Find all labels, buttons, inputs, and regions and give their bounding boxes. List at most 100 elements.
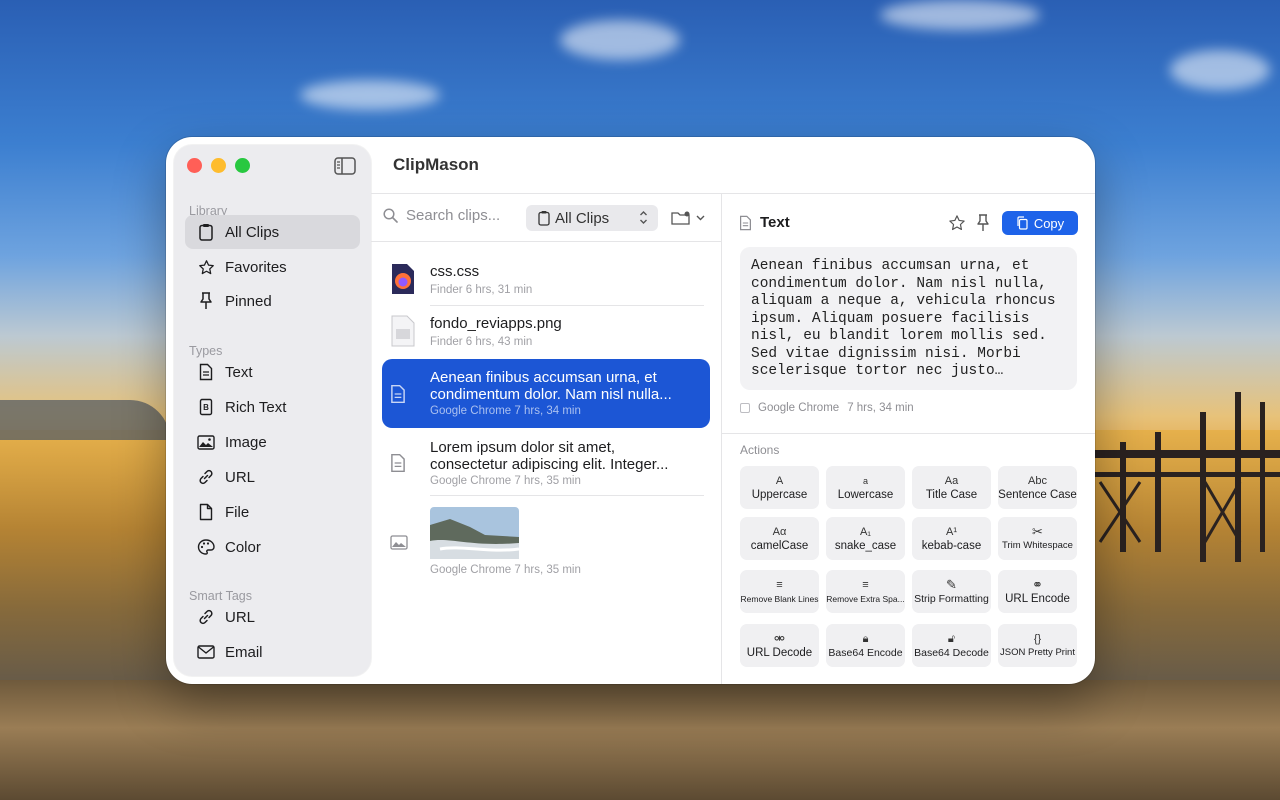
list-divider xyxy=(371,241,721,242)
sidebar-item-pinned[interactable]: Pinned xyxy=(185,284,360,318)
action-kebab-case-button[interactable]: A¹ kebab-case xyxy=(912,517,991,560)
title-case-icon: Aa xyxy=(944,474,959,487)
clip-title: Lorem ipsum dolor sit amet, consectetur … xyxy=(430,439,669,473)
action-label: Remove Extra Spa... xyxy=(826,593,905,604)
clip-item[interactable]: css.css Finder 6 hrs, 31 min xyxy=(382,255,710,303)
png-file-icon xyxy=(391,315,415,347)
clip-meta: Finder 6 hrs, 31 min xyxy=(430,284,533,296)
clip-item[interactable]: Google Chrome 7 hrs, 35 min xyxy=(382,501,710,581)
scissors-icon: ✂ xyxy=(1032,523,1043,539)
minimize-window-button[interactable] xyxy=(211,158,226,173)
sidebar-item-label: Color xyxy=(225,538,261,556)
actions-divider xyxy=(722,433,1095,434)
action-remove-blank-lines-button[interactable]: ≡ Remove Blank Lines xyxy=(740,570,819,613)
chevron-down-icon xyxy=(696,215,705,221)
action-uppercase-button[interactable]: A Uppercase xyxy=(740,466,819,509)
folder-menu-button[interactable] xyxy=(671,209,705,227)
action-url-decode-button[interactable]: ⚮ URL Decode xyxy=(740,624,819,667)
sidebar-item-label: Rich Text xyxy=(225,398,287,416)
sidebar-item-label: URL xyxy=(225,468,256,486)
clip-meta: Finder 6 hrs, 43 min xyxy=(430,336,533,348)
action-label: snake_case xyxy=(834,539,897,552)
action-lowercase-button[interactable]: a Lowercase xyxy=(826,466,905,509)
close-window-button[interactable] xyxy=(187,158,202,173)
link-icon: ⚭ xyxy=(1032,576,1043,592)
wallpaper-cloud xyxy=(880,0,1040,30)
action-remove-extra-spaces-button[interactable]: ≡ Remove Extra Spa... xyxy=(826,570,905,613)
action-camelcase-button[interactable]: Aα camelCase xyxy=(740,517,819,560)
search-input[interactable] xyxy=(406,207,516,224)
lock-icon: 🔒︎ xyxy=(862,632,869,645)
wallpaper-hill xyxy=(0,400,170,440)
sidebar: Library All Clips Favorites Pinned Types… xyxy=(174,145,371,676)
clip-meta: Google Chrome 7 hrs, 35 min xyxy=(430,564,581,576)
svg-text:B: B xyxy=(203,403,209,412)
folder-icon xyxy=(671,211,690,225)
file-icon xyxy=(197,503,215,521)
firefox-file-icon xyxy=(392,264,414,294)
action-label: Uppercase xyxy=(751,488,808,501)
sidebar-item-url[interactable]: URL xyxy=(185,460,360,494)
sidebar-item-image[interactable]: Image xyxy=(185,425,360,459)
clip-item[interactable]: fondo_reviapps.png Finder 6 hrs, 43 min xyxy=(382,307,710,355)
action-json-pretty-print-button[interactable]: {} JSON Pretty Print xyxy=(998,624,1077,667)
smart-tag-item-email[interactable]: Email xyxy=(185,635,360,669)
envelope-icon xyxy=(197,643,215,661)
sidebar-item-favorites[interactable]: Favorites xyxy=(185,250,360,284)
copy-button[interactable]: Copy xyxy=(1002,211,1078,235)
sidebar-item-color[interactable]: Color xyxy=(185,530,360,564)
action-strip-formatting-button[interactable]: ✎ Strip Formatting xyxy=(912,570,991,613)
image-icon xyxy=(390,535,408,550)
sidebar-item-text[interactable]: Text xyxy=(185,355,360,389)
clip-preview-text: Aenean finibus accumsan urna, et condime… xyxy=(751,258,1056,379)
sidebar-item-label: Favorites xyxy=(225,258,287,276)
sidebar-item-file[interactable]: File xyxy=(185,495,360,529)
clipboard-icon xyxy=(538,211,550,226)
link-icon xyxy=(197,608,215,626)
clip-item-selected[interactable]: Aenean finibus accumsan urna, et condime… xyxy=(382,359,710,428)
action-label: URL Decode xyxy=(746,646,813,659)
smart-tag-item-url[interactable]: URL xyxy=(185,600,360,634)
action-base64-encode-button[interactable]: 🔒︎ Base64 Encode xyxy=(826,624,905,667)
action-label: Title Case xyxy=(925,488,978,501)
kebab-case-icon: A¹ xyxy=(946,525,957,538)
action-snake-case-button[interactable]: A₁ snake_case xyxy=(826,517,905,560)
snake-case-icon: A₁ xyxy=(859,525,872,538)
sidebar-toggle-icon[interactable] xyxy=(334,157,356,175)
sidebar-item-rich-text[interactable]: B Rich Text xyxy=(185,390,360,424)
sidebar-item-label: URL xyxy=(225,608,256,626)
copy-button-label: Copy xyxy=(1033,215,1065,231)
sentence-case-icon: Abc xyxy=(1028,474,1047,487)
link-icon xyxy=(197,468,215,486)
app-window: Library All Clips Favorites Pinned Types… xyxy=(166,137,1095,684)
wallpaper-cloud xyxy=(1170,50,1270,90)
braces-icon: {} xyxy=(1033,632,1042,645)
clip-preview: Aenean finibus accumsan urna, et condime… xyxy=(740,247,1077,390)
favorite-star-icon[interactable] xyxy=(948,214,966,232)
clip-item[interactable]: Lorem ipsum dolor sit amet, consectetur … xyxy=(382,430,710,497)
action-title-case-button[interactable]: Aa Title Case xyxy=(912,466,991,509)
header-divider xyxy=(371,193,1095,194)
action-url-encode-button[interactable]: ⚭ URL Encode xyxy=(998,570,1077,613)
action-base64-decode-button[interactable]: 🔓︎ Base64 Decode xyxy=(912,624,991,667)
pin-icon xyxy=(197,292,215,310)
clip-title: fondo_reviapps.png xyxy=(430,315,562,332)
image-icon xyxy=(197,433,215,451)
zoom-window-button[interactable] xyxy=(235,158,250,173)
document-icon xyxy=(739,215,752,230)
action-label: camelCase xyxy=(750,539,809,552)
source-app-name: Google Chrome xyxy=(758,402,840,414)
window-controls xyxy=(187,158,250,173)
clipboard-icon xyxy=(197,223,215,241)
clip-filter-select[interactable]: All Clips xyxy=(526,205,658,231)
pin-icon[interactable] xyxy=(976,214,990,232)
action-sentence-case-button[interactable]: Abc Sentence Case xyxy=(998,466,1077,509)
action-trim-whitespace-button[interactable]: ✂ Trim Whitespace xyxy=(998,517,1077,560)
app-title: ClipMason xyxy=(393,155,479,174)
action-label: Remove Blank Lines xyxy=(740,593,819,604)
uppercase-icon: A xyxy=(775,474,784,487)
sidebar-item-all-clips[interactable]: All Clips xyxy=(185,215,360,249)
unlock-icon: 🔓︎ xyxy=(947,632,956,645)
source-time: 7 hrs, 34 min xyxy=(847,402,914,414)
action-label: Lowercase xyxy=(837,488,894,501)
